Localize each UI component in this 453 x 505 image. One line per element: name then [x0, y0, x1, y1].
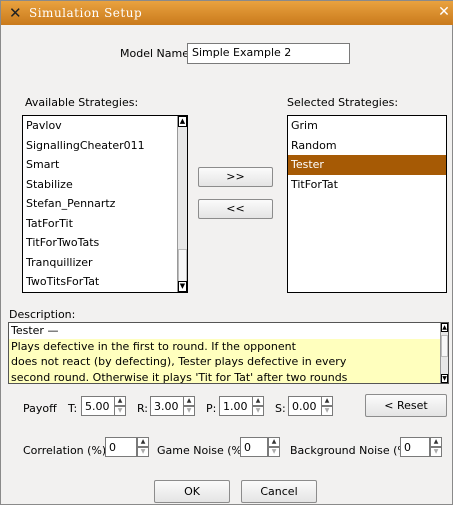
- add-strategy-button[interactable]: >>: [198, 167, 273, 187]
- payoff-t-label: T:: [68, 402, 78, 415]
- decrement-icon[interactable]: ▼: [268, 447, 280, 457]
- list-item[interactable]: Stabilize: [23, 175, 187, 195]
- list-item[interactable]: TitForTwoTats: [23, 233, 187, 253]
- list-item[interactable]: TwoTitsForTat: [23, 272, 187, 292]
- payoff-r-spinner[interactable]: 3.00 ▲ ▼: [150, 396, 195, 416]
- scroll-thumb[interactable]: [178, 249, 187, 282]
- selected-strategies-label: Selected Strategies:: [287, 96, 399, 109]
- available-strategies-list[interactable]: Pavlov SignallingCheater011 Smart Stabilize…: [22, 115, 188, 293]
- cancel-button[interactable]: Cancel: [241, 480, 317, 503]
- description-line: does not react (by defecting), Tester pl…: [9, 354, 448, 370]
- payoff-r-label: R:: [137, 402, 149, 415]
- payoff-s-spinner[interactable]: 0.00 ▲ ▼: [288, 396, 333, 416]
- payoff-p-value[interactable]: 1.00: [219, 396, 253, 416]
- desc-scroll-up-icon[interactable]: ▲: [441, 323, 448, 332]
- payoff-t-value[interactable]: 5.00: [81, 396, 115, 416]
- description-label: Description:: [9, 308, 76, 321]
- simulation-setup-window: ✕ Simulation Setup ✕ Model Name Simple E…: [0, 0, 453, 505]
- payoff-t-spinner[interactable]: 5.00 ▲ ▼: [81, 396, 126, 416]
- increment-icon[interactable]: ▲: [430, 437, 442, 447]
- description-line: Tester —: [11, 324, 59, 337]
- list-item[interactable]: TatForTit: [23, 214, 187, 234]
- list-item[interactable]: Random: [288, 136, 446, 156]
- payoff-label: Payoff: [23, 402, 57, 415]
- increment-icon[interactable]: ▲: [321, 396, 333, 406]
- increment-icon[interactable]: ▲: [268, 437, 280, 447]
- correlation-value[interactable]: 0: [105, 437, 137, 457]
- reset-button[interactable]: < Reset: [365, 394, 447, 417]
- list-item[interactable]: Tranquillizer: [23, 253, 187, 273]
- background-noise-value[interactable]: 0: [400, 437, 430, 457]
- scroll-down-icon[interactable]: ▼: [178, 281, 187, 292]
- description-scrollbar[interactable]: ▲ ▼: [440, 323, 448, 383]
- decrement-icon[interactable]: ▼: [137, 447, 149, 457]
- title-bar[interactable]: ✕ Simulation Setup ✕: [1, 1, 453, 25]
- game-noise-value[interactable]: 0: [240, 437, 268, 457]
- payoff-s-value[interactable]: 0.00: [288, 396, 322, 416]
- app-x-icon: ✕: [9, 4, 22, 22]
- list-item[interactable]: Tester: [288, 155, 446, 175]
- description-line: Plays defective in the first to round. I…: [9, 338, 448, 354]
- remove-strategy-button[interactable]: <<: [198, 199, 273, 219]
- payoff-r-value[interactable]: 3.00: [150, 396, 184, 416]
- available-list-scrollbar[interactable]: ▲ ▼: [177, 116, 187, 292]
- payoff-p-spinner[interactable]: 1.00 ▲ ▼: [219, 396, 264, 416]
- decrement-icon[interactable]: ▼: [321, 406, 333, 416]
- ok-button[interactable]: OK: [154, 480, 230, 503]
- list-item[interactable]: Grim: [288, 116, 446, 136]
- correlation-spinner[interactable]: 0 ▲ ▼: [105, 437, 149, 457]
- available-strategies-label: Available Strategies:: [25, 96, 139, 109]
- game-noise-spinner[interactable]: 0 ▲ ▼: [240, 437, 280, 457]
- decrement-icon[interactable]: ▼: [430, 447, 442, 457]
- model-name-label: Model Name: [120, 47, 189, 60]
- decrement-icon[interactable]: ▼: [183, 406, 195, 416]
- list-item[interactable]: TitForTat: [288, 175, 446, 195]
- close-icon[interactable]: ✕: [436, 4, 452, 20]
- background-noise-label: Background Noise (%): [290, 444, 413, 457]
- desc-scroll-thumb[interactable]: [441, 335, 448, 357]
- list-item[interactable]: Smart: [23, 155, 187, 175]
- increment-icon[interactable]: ▲: [252, 396, 264, 406]
- increment-icon[interactable]: ▲: [114, 396, 126, 406]
- selected-strategies-list[interactable]: Grim Random Tester TitForTat: [287, 115, 447, 293]
- model-name-input[interactable]: Simple Example 2: [187, 43, 350, 64]
- description-line: second round. Otherwise it plays 'Tit fo…: [9, 369, 448, 383]
- description-text[interactable]: Tester — Plays defective in the first to …: [8, 322, 449, 384]
- list-item[interactable]: Pavlov: [23, 116, 187, 136]
- decrement-icon[interactable]: ▼: [252, 406, 264, 416]
- increment-icon[interactable]: ▲: [183, 396, 195, 406]
- list-item[interactable]: Stefan_Pennartz: [23, 194, 187, 214]
- background-noise-spinner[interactable]: 0 ▲ ▼: [400, 437, 442, 457]
- list-item[interactable]: SignallingCheater011: [23, 136, 187, 156]
- payoff-s-label: S:: [275, 402, 286, 415]
- decrement-icon[interactable]: ▼: [114, 406, 126, 416]
- increment-icon[interactable]: ▲: [137, 437, 149, 447]
- window-title: Simulation Setup: [29, 6, 143, 20]
- correlation-label: Correlation (%): [23, 444, 107, 457]
- scroll-up-icon[interactable]: ▲: [178, 116, 187, 127]
- payoff-p-label: P:: [206, 402, 217, 415]
- desc-scroll-down-icon[interactable]: ▼: [441, 374, 448, 383]
- game-noise-label: Game Noise (%): [157, 444, 247, 457]
